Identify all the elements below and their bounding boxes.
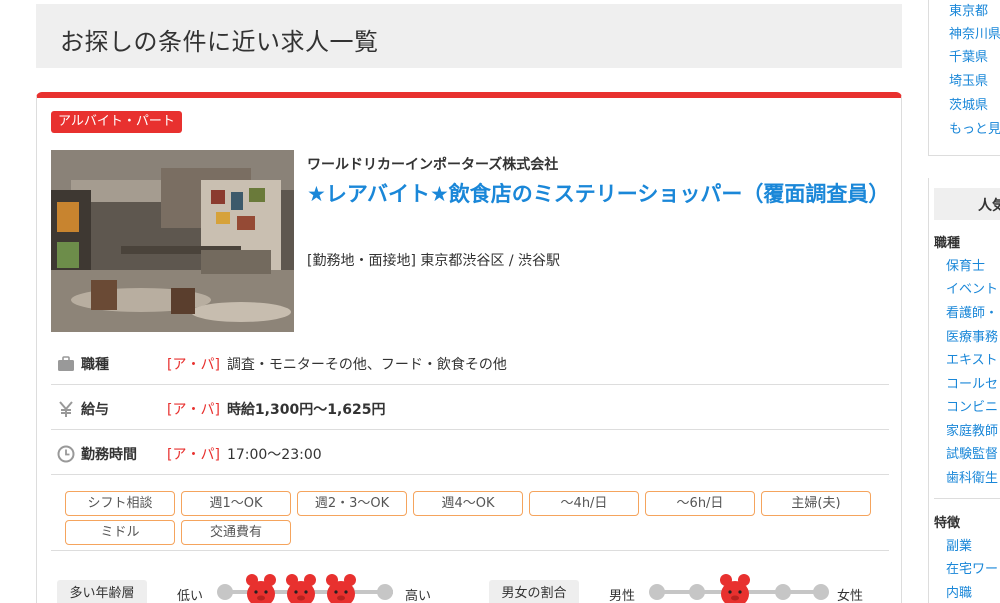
- clock-icon: [57, 445, 75, 463]
- job-location: [勤務地・面接地] 東京都渋谷区 / 渋谷駅: [307, 253, 560, 269]
- sidebar-divider: [934, 498, 1000, 499]
- salary-text: 時給1,300円〜1,625円: [226, 402, 386, 418]
- gender-meter-dot: [689, 584, 705, 600]
- popular-link[interactable]: 歯科衛生: [946, 467, 998, 486]
- popular-link[interactable]: イベント: [946, 278, 998, 297]
- mascot-icon: [286, 574, 316, 603]
- age-meter-high: 高い: [405, 589, 432, 603]
- work-hours-tag: [ア・パ]: [167, 447, 220, 463]
- job-card: アルバイト・パート ワールドリカーインポーターズ株式会社 ★レアバイト★飲食店の…: [36, 92, 902, 603]
- briefcase-icon: [58, 356, 74, 371]
- gender-meter-female: 女性: [837, 589, 864, 603]
- popular-link[interactable]: 医療事務: [946, 326, 998, 345]
- popular-heading: 人気: [934, 188, 1000, 220]
- work-hours-text: 17:00〜23:00: [226, 447, 322, 463]
- age-meter-label: 多い年齢層: [57, 580, 147, 603]
- gender-meter-male: 男性: [609, 589, 636, 603]
- job-type-text: 調査・モニターその他、フード・飲食その他: [226, 357, 507, 373]
- salary-tag: [ア・パ]: [167, 402, 220, 418]
- category-heading-feature: 特徴: [934, 516, 961, 531]
- work-hours-row: 勤務時間 [ア・パ] 17:00〜23:00: [51, 430, 889, 475]
- popular-link[interactable]: 試験監督: [946, 443, 998, 462]
- job-type-label: 職種: [81, 357, 109, 373]
- feature-chip: シフト相談: [65, 491, 175, 516]
- popular-link[interactable]: 内職: [946, 582, 972, 601]
- prefecture-link-kanagawa[interactable]: 神奈川県: [949, 23, 1000, 42]
- mascot-icon: [246, 574, 276, 603]
- salary-row: 給与 [ア・パ] 時給1,300円〜1,625円: [51, 385, 889, 430]
- age-meter-dot: [377, 584, 393, 600]
- feature-chip: 週2・3〜OK: [297, 491, 407, 516]
- work-hours-label: 勤務時間: [81, 447, 137, 463]
- feature-chip: 主婦(夫): [761, 491, 871, 516]
- gender-meter-dot: [649, 584, 665, 600]
- gender-meter-dot: [775, 584, 791, 600]
- job-type-tag: [ア・パ]: [167, 357, 220, 373]
- popular-link[interactable]: 保育士: [946, 255, 985, 274]
- popular-link[interactable]: コンビニ: [946, 396, 998, 415]
- page-heading: お探しの条件に近い求人一覧: [36, 4, 902, 68]
- sidebar: 東京都 神奈川県 千葉県 埼玉県 茨城県 もっと見 人気 職種 保育士 イベント…: [926, 0, 1000, 603]
- job-type-value: [ア・パ] 調査・モニターその他、フード・飲食その他: [167, 354, 507, 374]
- feature-chip: 交通費有: [181, 520, 291, 545]
- job-type-row: 職種 [ア・パ] 調査・モニターその他、フード・飲食その他: [51, 340, 889, 385]
- gender-meter-label: 男女の割合: [489, 580, 579, 603]
- work-hours-value: [ア・パ] 17:00〜23:00: [167, 444, 322, 464]
- prefecture-more-link[interactable]: もっと見: [949, 118, 1000, 137]
- mascot-icon: [326, 574, 356, 603]
- feature-chip: ミドル: [65, 520, 175, 545]
- yen-icon: [59, 401, 73, 417]
- job-photo[interactable]: [51, 150, 294, 332]
- popular-heading-text: 人気: [978, 198, 1000, 214]
- feature-chip: 週1〜OK: [181, 491, 291, 516]
- age-meter-dot: [217, 584, 233, 600]
- prefecture-link-ibaraki[interactable]: 茨城県: [949, 94, 988, 113]
- popular-link[interactable]: 家庭教師: [946, 420, 998, 439]
- prefecture-link-chiba[interactable]: 千葉県: [949, 46, 988, 65]
- popular-link[interactable]: 在宅ワー: [946, 558, 998, 577]
- gender-meter-dot: [813, 584, 829, 600]
- prefecture-link-saitama[interactable]: 埼玉県: [949, 70, 988, 89]
- employment-type-badge: アルバイト・パート: [51, 111, 182, 133]
- popular-link[interactable]: 副業: [946, 535, 972, 554]
- salary-label: 給与: [81, 402, 109, 418]
- prefecture-link-tokyo[interactable]: 東京都: [949, 0, 988, 19]
- age-meter-low: 低い: [177, 589, 204, 603]
- prefecture-list: 東京都 神奈川県 千葉県 埼玉県 茨城県 もっと見: [928, 0, 1000, 156]
- job-title-link[interactable]: ★レアバイト★飲食店のミステリーショッパー（覆面調査員）: [307, 180, 889, 208]
- mascot-icon: [720, 574, 750, 603]
- feature-chip: 〜6h/日: [645, 491, 755, 516]
- salary-value: [ア・パ] 時給1,300円〜1,625円: [167, 399, 386, 419]
- popular-link[interactable]: エキスト: [946, 349, 998, 368]
- feature-chip: 週4〜OK: [413, 491, 523, 516]
- card-divider: [51, 550, 889, 551]
- popular-link[interactable]: コールセ: [946, 373, 998, 392]
- popular-link[interactable]: 看護師・: [946, 302, 998, 321]
- page-title: お探しの条件に近い求人一覧: [60, 28, 379, 56]
- category-heading-job-type: 職種: [934, 236, 961, 251]
- company-name: ワールドリカーインポーターズ株式会社: [307, 157, 559, 173]
- feature-chip: 〜4h/日: [529, 491, 639, 516]
